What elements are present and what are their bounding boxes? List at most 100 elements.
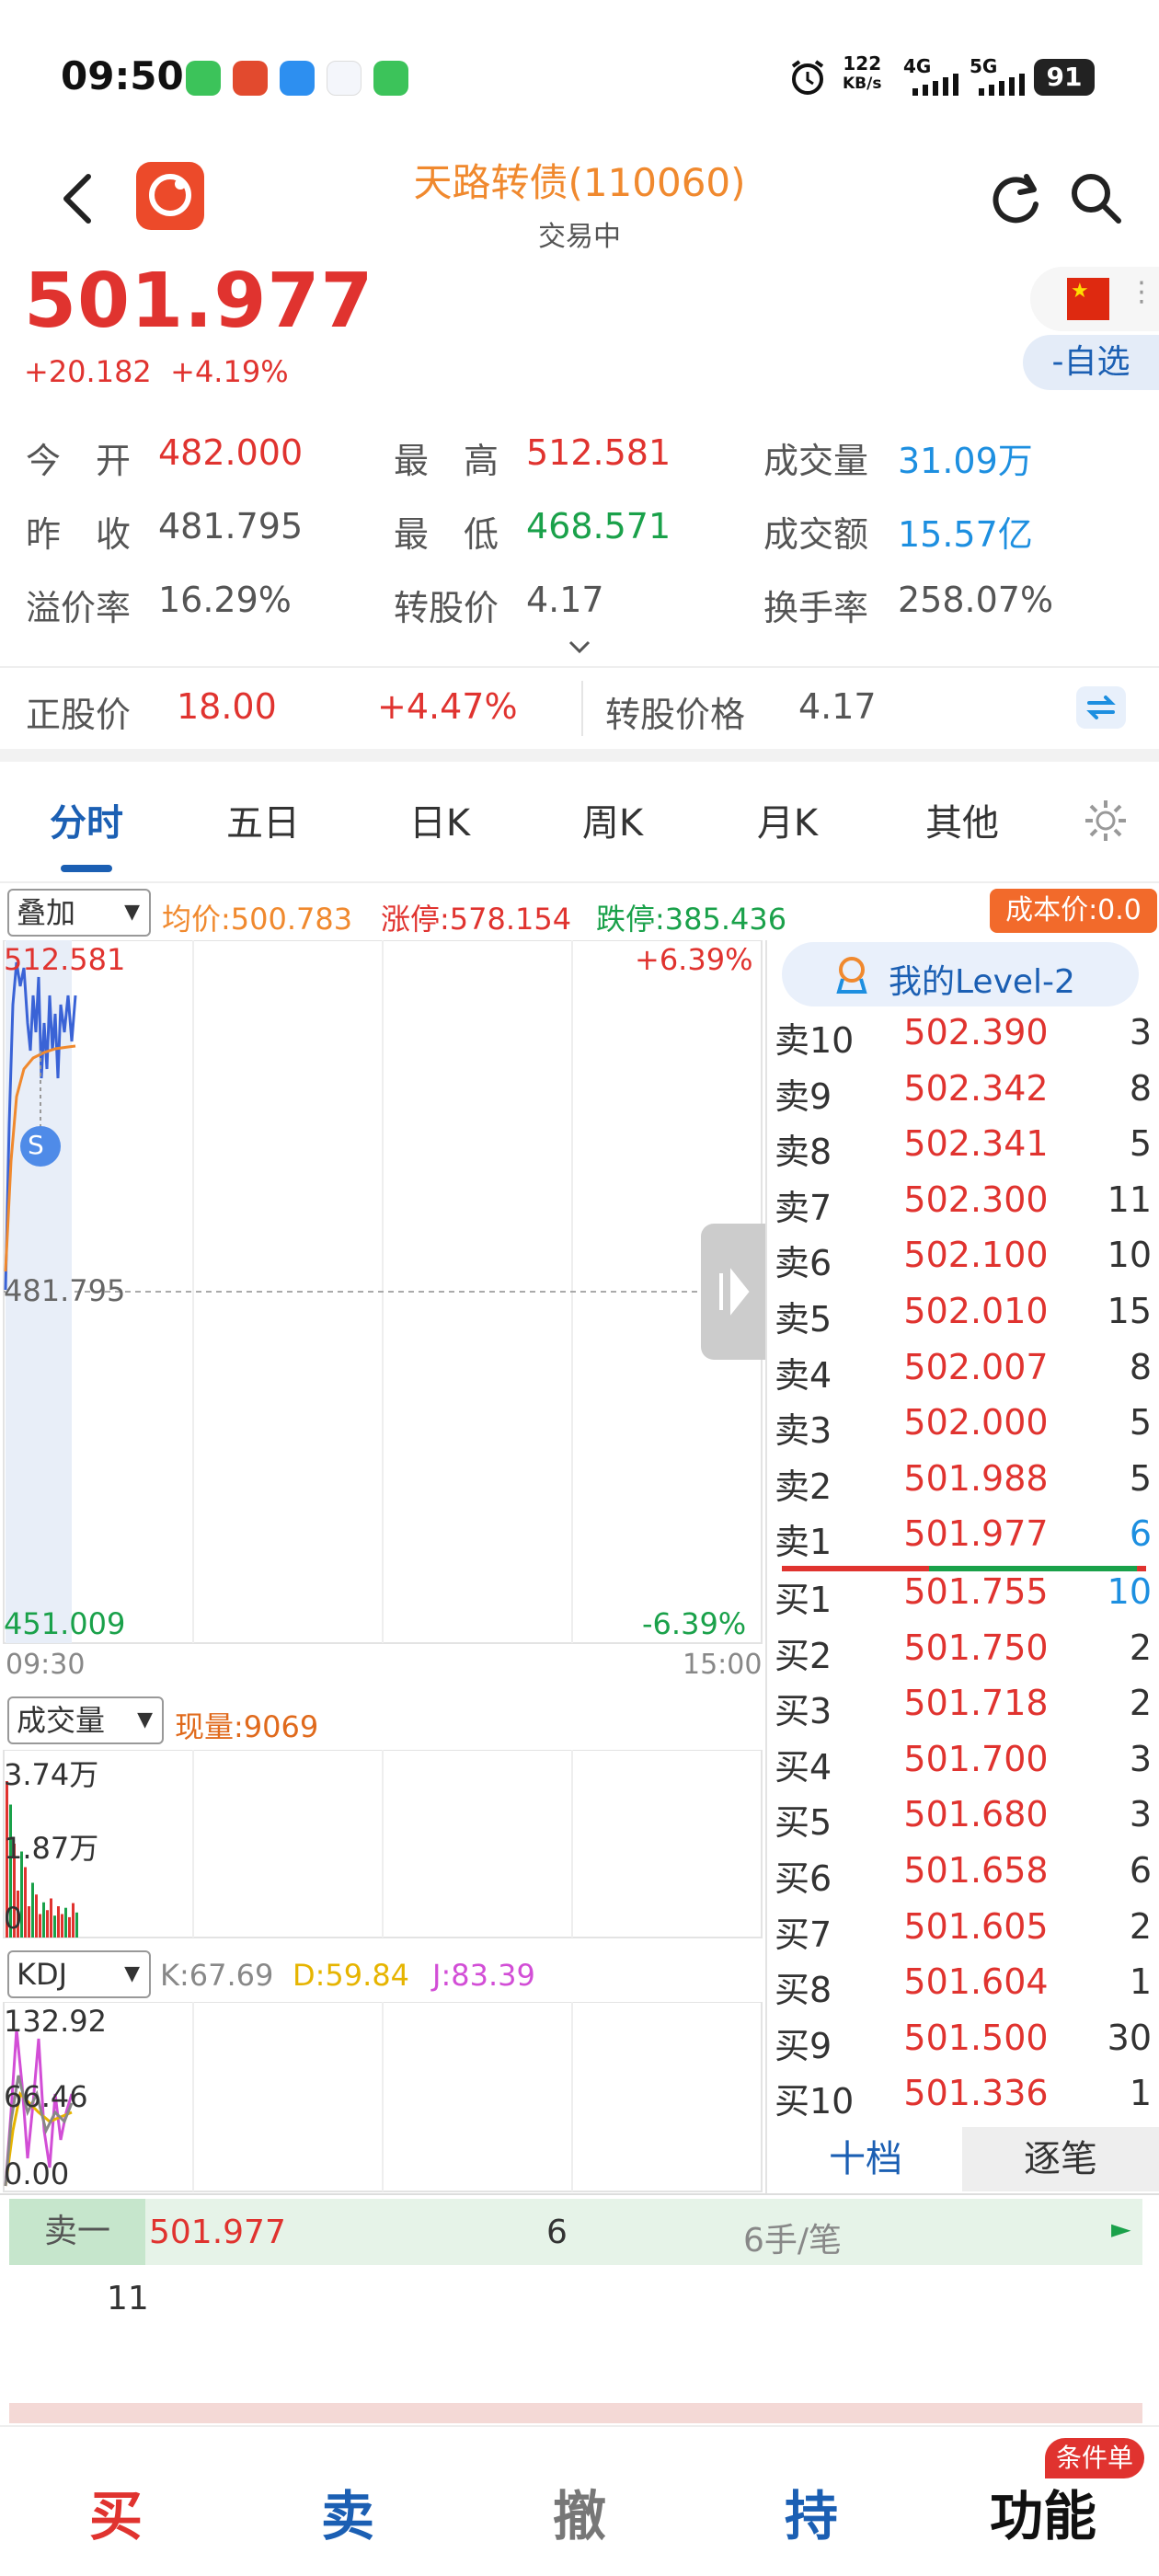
stat-label: 溢价率 <box>26 588 132 628</box>
tab-tick-by-tick[interactable]: 逐笔 <box>962 2127 1159 2191</box>
expand-chevron-icon[interactable] <box>567 638 592 657</box>
level-qty: 3 <box>1129 1012 1152 1052</box>
ask-row[interactable]: 卖8 502.341 5 <box>775 1123 1152 1179</box>
browser-icon <box>280 61 315 96</box>
tape-row[interactable]: 卖一 501.977 6 6手/笔 ► <box>9 2199 1142 2265</box>
tab-0[interactable]: 分时 <box>31 793 142 846</box>
tab-3[interactable]: 周K <box>557 793 668 846</box>
conversion-price-value: 4.17 <box>798 686 877 727</box>
bid-row[interactable]: 买2 501.750 2 <box>775 1627 1152 1683</box>
switch-button[interactable] <box>1076 686 1126 729</box>
volume-bar <box>50 1898 52 1938</box>
volume-bar <box>46 1910 49 1938</box>
tape-arrow-icon[interactable]: ► <box>1111 2214 1131 2244</box>
level-qty: 8 <box>1129 1067 1152 1109</box>
ask-row[interactable]: 卖3 502.000 5 <box>775 1402 1152 1457</box>
conversion-price-label: 转股价格 <box>605 695 746 735</box>
level-name: 卖4 <box>775 1354 832 1396</box>
level-price: 501.700 <box>903 1738 1049 1779</box>
time-axis: 09:30 15:00 <box>0 1645 765 1685</box>
refresh-icon[interactable] <box>986 169 1045 228</box>
stat-label: 转股价 <box>394 588 499 628</box>
level-name: 买3 <box>775 1691 832 1732</box>
bid-row[interactable]: 买4 501.700 3 <box>775 1739 1152 1794</box>
tab-indicator <box>61 865 112 872</box>
more-icon[interactable]: ⋮ <box>1128 276 1155 308</box>
function-button[interactable]: 功能 <box>970 2473 1117 2550</box>
ask-row[interactable]: 卖9 502.342 8 <box>775 1068 1152 1123</box>
ask-row[interactable]: 卖7 502.300 11 <box>775 1179 1152 1235</box>
ask-row[interactable]: 卖6 502.100 10 <box>775 1235 1152 1290</box>
tab-5[interactable]: 其他 <box>907 793 1017 846</box>
time-start: 09:30 <box>6 1649 86 1681</box>
stat-value: 482.000 <box>158 432 304 473</box>
spread-line-bid <box>929 1566 1137 1571</box>
level-price: 502.390 <box>903 1012 1049 1052</box>
volume-chart[interactable] <box>0 1750 765 1939</box>
tab-4[interactable]: 月K <box>732 793 843 846</box>
conditional-order-badge[interactable]: 条件单 <box>1045 2438 1145 2478</box>
stat-value: 4.17 <box>526 580 604 620</box>
battery-icon: 91 <box>1034 59 1095 96</box>
level-price: 502.300 <box>903 1179 1049 1220</box>
indicator-dropdown[interactable]: KDJ ▼ <box>7 1950 151 1998</box>
level-name: 买9 <box>775 2025 832 2066</box>
level-price: 501.750 <box>903 1627 1049 1668</box>
level2-label: 我的Level-2 <box>889 963 1075 1001</box>
bid-row[interactable]: 买1 501.755 10 <box>775 1571 1152 1627</box>
buy-button[interactable]: 买 <box>42 2473 189 2550</box>
volume-bar <box>28 1906 30 1938</box>
settings-gear-icon[interactable] <box>1082 797 1130 845</box>
kdj-d: D:59.84 <box>293 1958 410 1993</box>
cancel-button[interactable]: 撤 <box>506 2473 653 2550</box>
level-name: 买7 <box>775 1914 832 1955</box>
change-value: +20.182 <box>24 354 152 389</box>
bid-row[interactable]: 买9 501.500 30 <box>775 2018 1152 2073</box>
level-name: 卖3 <box>775 1410 832 1452</box>
bid-row[interactable]: 买7 501.605 2 <box>775 1906 1152 1961</box>
level-price: 502.010 <box>903 1291 1049 1331</box>
panel-toggle-handle[interactable] <box>701 1224 765 1360</box>
axis-low-pct: -6.39% <box>642 1606 747 1641</box>
level-qty: 2 <box>1129 1627 1152 1668</box>
level-name: 买5 <box>775 1802 832 1844</box>
level2-button[interactable]: 我的Level-2 <box>782 942 1139 1006</box>
market-flag-pill[interactable]: ★ ⋮ <box>1030 267 1159 331</box>
bid-row[interactable]: 买8 501.604 1 <box>775 1961 1152 2017</box>
volume-bar <box>39 1914 41 1938</box>
level-qty: 2 <box>1129 1683 1152 1724</box>
level-price: 501.605 <box>903 1905 1049 1947</box>
ask-row[interactable]: 卖4 502.007 8 <box>775 1347 1152 1402</box>
ask-row[interactable]: 卖10 502.390 3 <box>775 1012 1152 1067</box>
volume-dropdown[interactable]: 成交量 ▼ <box>7 1696 164 1744</box>
level-price: 502.341 <box>903 1123 1049 1165</box>
ask-row[interactable]: 卖1 501.977 6 <box>775 1513 1152 1569</box>
overlay-dropdown[interactable]: 叠加 ▼ <box>7 889 151 937</box>
kdj-chart[interactable] <box>0 2002 765 2193</box>
bid-row[interactable]: 买3 501.718 2 <box>775 1683 1152 1738</box>
cost-price-badge[interactable]: 成本价:0.0 <box>990 889 1157 933</box>
ask-row[interactable]: 卖5 502.010 15 <box>775 1291 1152 1346</box>
bid-row[interactable]: 买10 501.336 1 <box>775 2073 1152 2128</box>
sell-button[interactable]: 卖 <box>274 2473 421 2550</box>
tape-row-partial <box>9 2403 1142 2423</box>
bid-row[interactable]: 买5 501.680 3 <box>775 1794 1152 1849</box>
level-name: 卖1 <box>775 1522 832 1563</box>
level-name: 卖6 <box>775 1243 832 1284</box>
bid-row[interactable]: 买6 501.658 6 <box>775 1850 1152 1905</box>
current-volume: 现量:9069 <box>175 1709 319 1744</box>
level-price: 501.500 <box>903 2017 1049 2058</box>
tab-1[interactable]: 五日 <box>208 793 318 846</box>
hold-button[interactable]: 持 <box>738 2473 885 2550</box>
tab-2[interactable]: 日K <box>384 793 495 846</box>
volume-bar <box>75 1912 78 1938</box>
tape-sub-qty: 11 <box>107 2280 149 2317</box>
search-icon[interactable] <box>1067 169 1126 228</box>
phone-app-icon <box>373 61 408 96</box>
level-qty: 3 <box>1129 1738 1152 1779</box>
volume-bar <box>53 1915 56 1938</box>
ask-row[interactable]: 卖2 501.988 5 <box>775 1458 1152 1513</box>
tab-ten-levels[interactable]: 十档 <box>767 2127 964 2191</box>
watchlist-button[interactable]: -自选 <box>1023 335 1159 390</box>
kdj-k: K:67.69 <box>160 1958 274 1993</box>
